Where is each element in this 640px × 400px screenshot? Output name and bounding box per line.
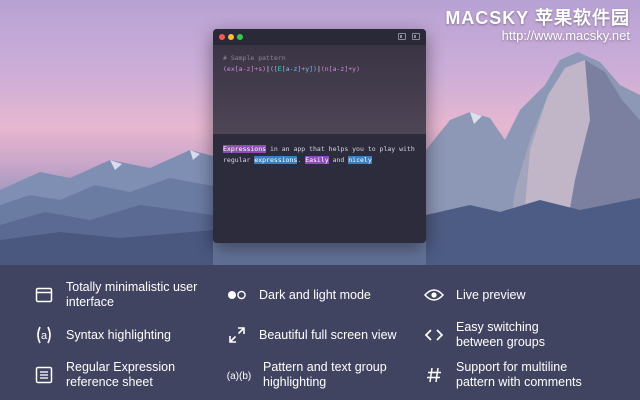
- pattern-comment: # Sample pattern: [223, 54, 286, 62]
- svg-text:(a)(b): (a)(b): [227, 371, 251, 382]
- code-brackets-icon: [424, 325, 444, 345]
- toggle-icon: [227, 285, 247, 305]
- expand-icon: [227, 325, 247, 345]
- feature-label: Beautiful full screen view: [259, 327, 397, 342]
- watermark-brand: MACSKY 苹果软件园: [445, 8, 630, 28]
- text-run: .: [297, 156, 306, 164]
- match-highlight: Expressions: [223, 145, 267, 153]
- feature-label: Easy switching between groups: [456, 320, 545, 349]
- feature-label: Support for multiline pattern with comme…: [456, 360, 582, 389]
- at-icon: a: [34, 325, 54, 345]
- feature-panel: Totally minimalistic user interface Dark…: [0, 265, 640, 400]
- feature-label: Regular Expression reference sheet: [66, 360, 176, 389]
- feature-reference: Regular Expression reference sheet: [34, 359, 196, 391]
- feature-label: Pattern and text group highlighting: [263, 360, 387, 389]
- text-run: regular: [223, 156, 255, 164]
- sidebar-toggle-icon[interactable]: [398, 33, 406, 40]
- minimize-button[interactable]: [228, 34, 234, 40]
- svg-text:a: a: [41, 330, 48, 342]
- match-highlight: Easily: [305, 156, 329, 164]
- reference-toggle-icon[interactable]: [412, 33, 420, 40]
- text-run: in an app that helps you to play with: [266, 145, 415, 153]
- feature-fullscreen: Beautiful full screen view: [227, 319, 399, 351]
- match-highlight: expressions: [254, 156, 298, 164]
- feature-live-preview: Live preview: [424, 279, 525, 311]
- feature-minimal-ui: Totally minimalistic user interface: [34, 279, 206, 311]
- pattern-group-3: (n[a-z]+y): [320, 65, 360, 73]
- watermark: MACSKY 苹果软件园 http://www.macsky.net: [445, 8, 630, 44]
- pattern-editor[interactable]: # Sample pattern (ex[a-z]+s)|([E[a-z]+y]…: [213, 45, 426, 134]
- feature-dark-light: Dark and light mode: [227, 279, 371, 311]
- test-text-editor[interactable]: Expressions in an app that helps you to …: [213, 134, 426, 243]
- feature-label: Syntax highlighting: [66, 327, 171, 342]
- pattern-group-2: ([E[a-z]+y]): [269, 65, 317, 73]
- pattern-line: (ex[a-z]+s)|([E[a-z]+y])|(n[a-z]+y): [223, 64, 416, 75]
- close-button[interactable]: [219, 34, 225, 40]
- feature-group-highlight: (a)(b) Pattern and text group highlighti…: [227, 359, 388, 391]
- app-window: # Sample pattern (ex[a-z]+s)|([E[a-z]+y]…: [213, 29, 426, 243]
- eye-icon: [424, 285, 444, 305]
- zoom-button[interactable]: [237, 34, 243, 40]
- match-highlight: nicely: [348, 156, 372, 164]
- toolbar-icons: [398, 33, 420, 40]
- feature-multiline: Support for multiline pattern with comme…: [424, 359, 606, 391]
- feature-label: Totally minimalistic user interface: [66, 280, 198, 309]
- feature-label: Live preview: [456, 287, 526, 302]
- window-icon: [34, 285, 54, 305]
- watermark-url: http://www.macsky.net: [501, 28, 630, 43]
- list-icon: [34, 365, 54, 385]
- hero-backdrop: MACSKY 苹果软件园 http://www.macsky.net # Sam…: [0, 0, 640, 265]
- feature-label: Dark and light mode: [259, 287, 371, 302]
- hash-icon: [424, 365, 444, 385]
- text-run: and: [328, 156, 349, 164]
- pattern-group-1: (ex[a-z]+s): [223, 65, 267, 73]
- feature-switching: Easy switching between groups: [424, 319, 566, 351]
- traffic-lights: [219, 34, 243, 40]
- window-titlebar[interactable]: [213, 29, 426, 45]
- feature-syntax: a Syntax highlighting: [34, 319, 171, 351]
- group-icon: (a)(b): [227, 365, 251, 385]
